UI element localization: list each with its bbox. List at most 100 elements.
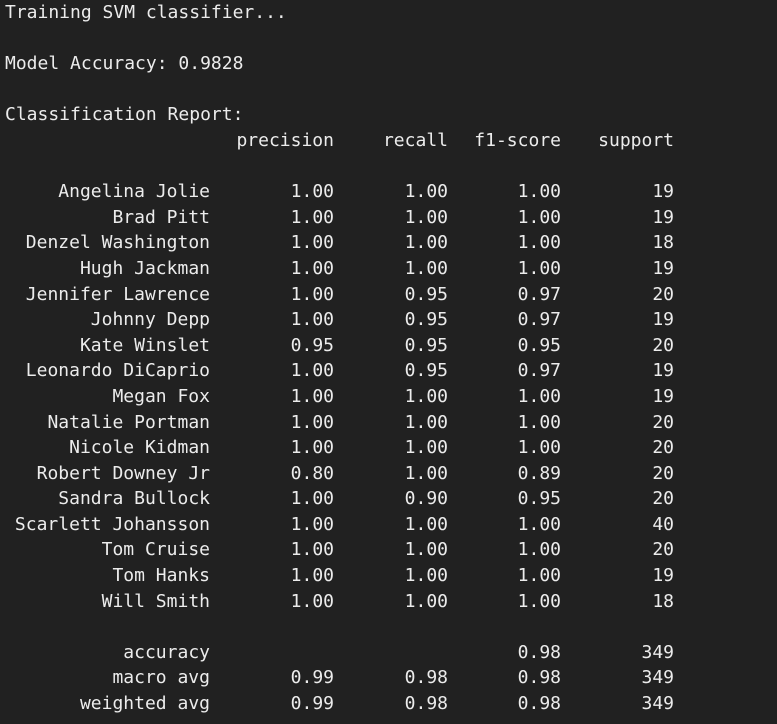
recall-value: 1.00 <box>404 181 448 203</box>
terminal-output: Training SVM classifier... Model Accuracy… <box>0 0 777 724</box>
row-label: Johnny Depp <box>90 309 210 331</box>
row-label: Scarlett Johansson <box>14 513 210 535</box>
header-support: support <box>598 129 674 151</box>
recall-value: 1.00 <box>404 539 448 561</box>
header-precision: precision <box>236 129 334 151</box>
summary-row: accuracy 0.98 349 <box>5 640 777 666</box>
support-value: 349 <box>641 667 674 689</box>
precision-value: 1.00 <box>290 488 334 510</box>
summary-row: macro avg 0.99 0.98 0.98 349 <box>5 665 777 691</box>
table-row: Will Smith 1.00 1.00 1.00 18 <box>5 589 777 615</box>
precision-value: 1.00 <box>290 206 334 228</box>
recall-value: 0.95 <box>404 334 448 356</box>
recall-value: 0.95 <box>404 309 448 331</box>
precision-value: 0.99 <box>290 667 334 689</box>
precision-value: 1.00 <box>290 181 334 203</box>
precision-value: 1.00 <box>290 513 334 535</box>
support-value: 20 <box>652 283 674 305</box>
support-value: 19 <box>652 565 674 587</box>
precision-value: 1.00 <box>290 565 334 587</box>
recall-value: 1.00 <box>404 232 448 254</box>
table-row: Nicole Kidman 1.00 1.00 1.00 20 <box>5 435 777 461</box>
f1-score-value: 0.97 <box>517 360 561 382</box>
report-title: Classification Report: <box>5 104 244 126</box>
support-value: 18 <box>652 590 674 612</box>
table-row: Tom Cruise 1.00 1.00 1.00 20 <box>5 537 777 563</box>
precision-value: 1.00 <box>290 283 334 305</box>
f1-score-value: 1.00 <box>517 565 561 587</box>
table-row: Tom Hanks 1.00 1.00 1.00 19 <box>5 563 777 589</box>
f1-score-value: 1.00 <box>517 513 561 535</box>
row-label: Robert Downey Jr <box>36 462 210 484</box>
f1-score-value: 0.97 <box>517 283 561 305</box>
report-header-row: precision recall f1-score support <box>5 128 777 154</box>
table-row: Leonardo DiCaprio 1.00 0.95 0.97 19 <box>5 358 777 384</box>
row-label: Denzel Washington <box>25 232 210 254</box>
recall-value: 1.00 <box>404 411 448 433</box>
precision-value: 1.00 <box>290 539 334 561</box>
f1-score-value: 1.00 <box>517 181 561 203</box>
header-f1-score: f1-score <box>474 129 561 151</box>
row-label: Jennifer Lawrence <box>25 283 210 305</box>
row-label: weighted avg <box>79 693 210 715</box>
recall-value: 0.95 <box>404 283 448 305</box>
table-row: Hugh Jackman 1.00 1.00 1.00 19 <box>5 256 777 282</box>
support-value: 20 <box>652 411 674 433</box>
row-label: macro avg <box>112 667 210 689</box>
recall-value: 1.00 <box>404 513 448 535</box>
precision-value: 1.00 <box>290 360 334 382</box>
support-value: 19 <box>652 360 674 382</box>
recall-value: 1.00 <box>404 257 448 279</box>
recall-value: 1.00 <box>404 462 448 484</box>
recall-value: 0.98 <box>404 667 448 689</box>
row-label: Will Smith <box>101 590 210 612</box>
header-recall: recall <box>382 129 448 151</box>
support-value: 349 <box>641 641 674 663</box>
precision-value: 0.95 <box>290 334 334 356</box>
support-value: 19 <box>652 257 674 279</box>
status-line: Training SVM classifier... <box>5 2 287 23</box>
support-value: 20 <box>652 462 674 484</box>
support-value: 18 <box>652 232 674 254</box>
report-summary: accuracy 0.98 349 macro avg 0.99 0.98 0.98 349 w… <box>5 640 777 717</box>
row-label: accuracy <box>123 641 210 663</box>
report-rows: Angelina Jolie 1.00 1.00 1.00 19 Brad Pitt 1.0… <box>5 179 777 614</box>
table-row: Robert Downey Jr 0.80 1.00 0.89 20 <box>5 461 777 487</box>
recall-value: 1.00 <box>404 565 448 587</box>
recall-value: 0.95 <box>404 360 448 382</box>
row-label: Natalie Portman <box>47 411 210 433</box>
console-text: Training SVM classifier... Model Accuracy… <box>0 0 777 717</box>
f1-score-value: 1.00 <box>517 539 561 561</box>
f1-score-value: 0.95 <box>517 334 561 356</box>
row-label: Tom Hanks <box>112 565 210 587</box>
recall-value: 1.00 <box>404 206 448 228</box>
table-row: Megan Fox 1.00 1.00 1.00 19 <box>5 384 777 410</box>
table-row: Denzel Washington 1.00 1.00 1.00 18 <box>5 230 777 256</box>
f1-score-value: 0.89 <box>517 462 561 484</box>
table-row: Natalie Portman 1.00 1.00 1.00 20 <box>5 410 777 436</box>
recall-value: 0.90 <box>404 488 448 510</box>
model-accuracy-line: Model Accuracy: 0.9828 <box>5 53 244 75</box>
support-value: 20 <box>652 437 674 459</box>
table-row: Kate Winslet 0.95 0.95 0.95 20 <box>5 333 777 359</box>
row-label: Nicole Kidman <box>69 437 210 459</box>
precision-value: 1.00 <box>290 232 334 254</box>
f1-score-value: 1.00 <box>517 257 561 279</box>
f1-score-value: 1.00 <box>517 590 561 612</box>
table-row: Scarlett Johansson 1.00 1.00 1.00 40 <box>5 512 777 538</box>
row-label: Megan Fox <box>112 385 210 407</box>
precision-value: 1.00 <box>290 411 334 433</box>
support-value: 19 <box>652 206 674 228</box>
support-value: 40 <box>652 513 674 535</box>
row-label: Sandra Bullock <box>58 488 210 510</box>
f1-score-value: 0.98 <box>517 693 561 715</box>
recall-value: 0.98 <box>404 693 448 715</box>
support-value: 20 <box>652 334 674 356</box>
summary-row: weighted avg 0.99 0.98 0.98 349 <box>5 691 777 717</box>
row-label: Brad Pitt <box>112 206 210 228</box>
table-row: Jennifer Lawrence 1.00 0.95 0.97 20 <box>5 282 777 308</box>
f1-score-value: 0.97 <box>517 309 561 331</box>
support-value: 20 <box>652 539 674 561</box>
recall-value: 1.00 <box>404 590 448 612</box>
